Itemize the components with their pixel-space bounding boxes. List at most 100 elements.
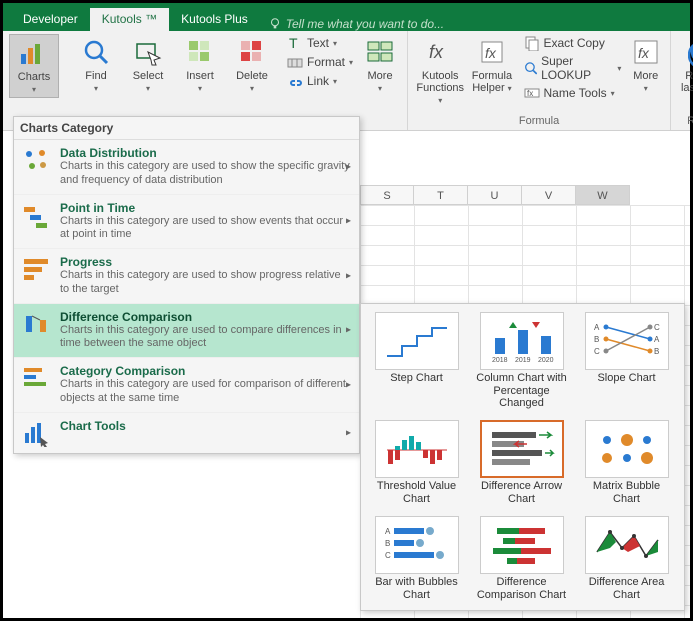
svg-text:B: B — [385, 539, 390, 548]
charts-category-header: Charts Category — [14, 117, 359, 140]
copy-icon — [524, 35, 540, 51]
chart-gallery: Step Chart 201820192020 Column Chart wit… — [360, 303, 685, 611]
svg-text:B: B — [594, 335, 599, 344]
group-label-rerun: Rerun — [677, 113, 693, 130]
gallery-label: Threshold Value Chart — [369, 480, 464, 506]
link-button[interactable]: Link ▾ — [283, 72, 357, 90]
gallery-matrix-bubble[interactable]: Matrix Bubble Chart — [577, 418, 676, 508]
name-tools-label: Name Tools — [544, 86, 607, 100]
svg-text:fx: fx — [527, 89, 533, 98]
title-bar: Developer Kutools ™ Kutools Plus Tell me… — [3, 3, 690, 31]
rerun-icon — [686, 36, 693, 68]
rerun-button[interactable]: Re-run last utiliti — [677, 34, 693, 96]
search-icon — [80, 36, 112, 68]
super-lookup-button[interactable]: Super LOOKUP ▾ — [520, 53, 626, 83]
point-in-time-icon — [22, 201, 50, 229]
fx-box-icon: fx — [630, 36, 662, 68]
step-chart-icon — [375, 312, 459, 370]
find-label: Find — [85, 70, 106, 82]
tell-me[interactable]: Tell me what you want to do... — [268, 17, 444, 31]
svg-text:C: C — [654, 323, 660, 332]
category-data-distribution[interactable]: Data DistributionCharts in this category… — [14, 140, 359, 195]
delete-label: Delete — [236, 70, 268, 82]
exact-copy-button[interactable]: Exact Copy — [520, 34, 626, 52]
progress-icon — [22, 255, 50, 283]
chevron-right-icon: ▸ — [346, 427, 351, 438]
category-difference-comparison[interactable]: Difference ComparisonCharts in this cate… — [14, 304, 359, 359]
gallery-step-chart[interactable]: Step Chart — [367, 310, 466, 412]
svg-text:2018: 2018 — [492, 357, 508, 364]
text-button[interactable]: TText ▾ — [283, 34, 357, 52]
select-button[interactable]: Select▾ — [123, 34, 173, 96]
chevron-down-icon: ▾ — [378, 84, 382, 93]
link-label: Link — [307, 74, 329, 88]
gallery-diff-area[interactable]: Difference Area Chart — [577, 514, 676, 604]
select-icon — [132, 36, 164, 68]
name-icon: fx — [524, 85, 540, 101]
col-header[interactable]: S — [360, 185, 414, 205]
chevron-down-icon: ▾ — [438, 96, 442, 105]
category-progress[interactable]: ProgressCharts in this category are used… — [14, 249, 359, 304]
chevron-down-icon: ▾ — [617, 64, 621, 73]
chevron-down-icon: ▾ — [508, 84, 512, 93]
kutools-functions-label: Kutools Functions — [416, 70, 464, 94]
category-point-in-time[interactable]: Point in TimeCharts in this category are… — [14, 195, 359, 250]
insert-button[interactable]: Insert▾ — [175, 34, 225, 96]
col-header[interactable]: U — [468, 185, 522, 205]
tab-developer[interactable]: Developer — [11, 8, 90, 31]
diff-comparison-icon — [480, 516, 564, 574]
chevron-right-icon: ▸ — [346, 270, 351, 281]
gallery-label: Difference Comparison Chart — [474, 576, 569, 602]
gallery-slope-chart[interactable]: ABCCAB Slope Chart — [577, 310, 676, 412]
gallery-bar-bubbles[interactable]: ABC Bar with Bubbles Chart — [367, 514, 466, 604]
svg-text:C: C — [594, 347, 600, 356]
col-header[interactable]: W — [576, 185, 630, 205]
chevron-down-icon: ▾ — [32, 85, 36, 94]
bar-bubbles-icon: ABC — [375, 516, 459, 574]
formula-helper-label: Formula Helper — [472, 70, 512, 94]
chevron-right-icon: ▸ — [346, 161, 351, 172]
gallery-label: Difference Arrow Chart — [474, 480, 569, 506]
more-label: More — [368, 70, 393, 82]
gallery-threshold-chart[interactable]: Threshold Value Chart — [367, 418, 466, 508]
category-category-comparison[interactable]: Category ComparisonCharts in this catego… — [14, 358, 359, 413]
chart-tools-icon — [22, 419, 50, 447]
tab-kutools[interactable]: Kutools ™ — [90, 8, 169, 31]
charts-label: Charts — [18, 71, 50, 83]
chevron-right-icon: ▸ — [346, 216, 351, 227]
category-title: Progress — [60, 255, 351, 269]
category-chart-tools[interactable]: Chart Tools ▸ — [14, 413, 359, 453]
more-button[interactable]: More ▾ — [359, 34, 401, 96]
gallery-column-pct[interactable]: 201820192020 Column Chart with Percentag… — [472, 310, 571, 412]
column-headers: S T U V W — [360, 185, 630, 205]
chevron-right-icon: ▸ — [346, 379, 351, 390]
super-lookup-label: Super LOOKUP — [541, 54, 613, 82]
svg-text:2020: 2020 — [538, 357, 554, 364]
format-button[interactable]: Format ▾ — [283, 53, 357, 71]
chevron-down-icon: ▾ — [333, 39, 337, 48]
name-tools-button[interactable]: fxName Tools ▾ — [520, 84, 626, 102]
gallery-label: Bar with Bubbles Chart — [369, 576, 464, 602]
col-header[interactable]: V — [522, 185, 576, 205]
gallery-diff-comparison[interactable]: Difference Comparison Chart — [472, 514, 571, 604]
more2-button[interactable]: fx More▾ — [627, 34, 664, 96]
formula-helper-button[interactable]: fx Formula Helper ▾ — [468, 34, 515, 96]
delete-button[interactable]: Delete▾ — [227, 34, 277, 96]
threshold-icon — [375, 420, 459, 478]
format-icon — [287, 54, 303, 70]
tab-kutools-plus[interactable]: Kutools Plus — [169, 8, 260, 31]
column-pct-icon: 201820192020 — [480, 312, 564, 370]
category-comparison-icon — [22, 364, 50, 392]
format-label: Format — [307, 55, 345, 69]
category-desc: Charts in this category are used to show… — [60, 215, 351, 243]
difference-icon — [22, 310, 50, 338]
kutools-functions-button[interactable]: fx Kutools Functions ▾ — [414, 34, 466, 108]
find-button[interactable]: Find▾ — [71, 34, 121, 96]
gallery-label: Column Chart with Percentage Changed — [474, 372, 569, 410]
col-header[interactable]: T — [414, 185, 468, 205]
bulb-icon — [268, 17, 282, 31]
charts-button[interactable]: Charts ▾ — [9, 34, 59, 98]
gallery-difference-arrow[interactable]: Difference Arrow Chart — [472, 418, 571, 508]
delete-icon — [236, 36, 268, 68]
charts-category-panel: Charts Category Data DistributionCharts … — [13, 116, 360, 454]
